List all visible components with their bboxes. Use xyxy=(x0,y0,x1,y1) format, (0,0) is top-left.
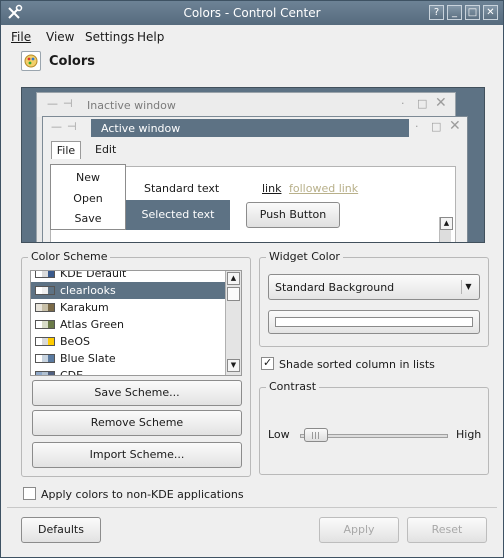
active-titlebar: — ⊣ Active window · □ ✕ xyxy=(43,117,467,139)
widget-color-group: Widget Color Standard Background ▼ xyxy=(259,250,489,347)
color-scheme-group: Color Scheme CDE Blue Slate BeOS Atlas Gree… xyxy=(21,250,251,477)
inactive-window-title: Inactive window xyxy=(87,99,176,112)
dot-icon: · xyxy=(401,97,405,110)
dot-icon: · xyxy=(415,120,419,133)
apply-non-kde-checkbox[interactable] xyxy=(23,487,36,500)
footer-divider xyxy=(7,507,497,508)
inactive-titlebar: — ⊣ Inactive window · □ ✕ xyxy=(37,93,455,117)
scheme-swatch xyxy=(35,320,55,329)
close-button[interactable]: ✕ xyxy=(483,5,498,20)
preview-file-menu: New Open Save xyxy=(50,164,126,230)
scheme-list-item[interactable]: Atlas Green xyxy=(31,316,225,333)
scheme-list-item[interactable]: Blue Slate xyxy=(31,350,225,367)
scheme-list[interactable]: CDE Blue Slate BeOS Atlas Green Karakum clear… xyxy=(30,270,242,376)
minimize-icon: — xyxy=(47,97,58,110)
preview-followed-link: followed link xyxy=(289,182,359,195)
pin-icon: ⊣ xyxy=(63,97,73,110)
apply-non-kde-label[interactable]: Apply colors to non-KDE applications xyxy=(41,488,244,501)
scheme-swatch xyxy=(35,303,55,312)
scheme-swatch xyxy=(35,271,55,278)
scheme-label: Karakum xyxy=(60,301,109,314)
preview-selected-text: Selected text xyxy=(126,200,230,230)
preview-menu-open: Open xyxy=(73,192,103,205)
save-scheme-button[interactable]: Save Scheme... xyxy=(32,380,242,406)
reset-button[interactable]: Reset xyxy=(407,517,487,543)
preview-link: link xyxy=(262,182,282,195)
scheme-label: Blue Slate xyxy=(60,352,116,365)
color-preview[interactable]: — ⊣ Inactive window · □ ✕ — ⊣ Active win… xyxy=(21,87,485,243)
menu-view[interactable]: View xyxy=(46,30,74,44)
minimize-icon: — xyxy=(51,120,62,133)
preview-menu-new: New xyxy=(76,171,100,184)
widget-color-swatch xyxy=(275,317,473,327)
widget-color-value: Standard Background xyxy=(275,281,395,294)
minimize-button[interactable]: _ xyxy=(447,5,462,20)
contrast-low-label: Low xyxy=(268,428,290,441)
maximize-icon: □ xyxy=(417,97,428,110)
scheme-swatch xyxy=(35,354,55,363)
scheme-label: Atlas Green xyxy=(60,318,124,331)
widget-color-title: Widget Color xyxy=(266,250,343,263)
preview-standard-text: Standard text xyxy=(144,182,220,195)
scheme-list-item[interactable]: Karakum xyxy=(31,299,225,316)
defaults-button[interactable]: Defaults xyxy=(21,517,101,543)
color-scheme-title: Color Scheme xyxy=(28,250,111,263)
import-scheme-button[interactable]: Import Scheme... xyxy=(32,442,242,468)
preview-menu-edit: Edit xyxy=(95,143,117,156)
preview-scrollbar: ▲ xyxy=(439,217,453,242)
scroll-up-arrow: ▲ xyxy=(440,217,453,230)
scroll-down-arrow[interactable]: ▼ xyxy=(227,359,240,372)
menu-bar: File View Settings Help xyxy=(1,25,503,47)
scheme-list-item[interactable]: CDE xyxy=(31,367,225,376)
scheme-swatch xyxy=(35,286,55,295)
scheme-list-item[interactable]: clearlooks xyxy=(31,282,225,299)
chevron-down-icon: ▼ xyxy=(461,280,475,294)
title-bar[interactable]: Colors - Control Center ? _ □ ✕ xyxy=(1,1,503,25)
scheme-list-item[interactable]: BeOS xyxy=(31,333,225,350)
menu-settings[interactable]: Settings xyxy=(85,30,134,44)
scheme-list-item[interactable]: KDE Default xyxy=(31,270,225,282)
widget-color-select[interactable]: Standard Background ▼ xyxy=(268,274,480,300)
scheme-swatch xyxy=(35,337,55,346)
scheme-label: clearlooks xyxy=(60,284,116,297)
shade-sorted-label[interactable]: Shade sorted column in lists xyxy=(279,358,435,371)
contrast-title: Contrast xyxy=(266,380,320,393)
shade-sorted-checkbox[interactable] xyxy=(261,356,274,370)
preview-menu-file: File xyxy=(51,141,81,159)
close-icon: ✕ xyxy=(449,118,461,134)
remove-scheme-button[interactable]: Remove Scheme xyxy=(32,410,242,436)
scheme-list-scrollbar[interactable]: ▲ ▼ xyxy=(225,271,241,375)
colors-palette-icon xyxy=(21,51,41,71)
scheme-label: CDE xyxy=(60,369,84,376)
contrast-slider-handle[interactable] xyxy=(303,428,328,442)
active-window-title: Active window xyxy=(91,119,409,137)
pin-icon: ⊣ xyxy=(67,120,77,133)
scroll-thumb[interactable] xyxy=(227,287,240,301)
preview-menu-save: Save xyxy=(74,212,102,225)
close-icon: ✕ xyxy=(435,95,447,111)
scheme-label: KDE Default xyxy=(60,270,127,280)
window-title: Colors - Control Center xyxy=(183,6,321,20)
menu-file[interactable]: File xyxy=(11,30,31,44)
apply-button[interactable]: Apply xyxy=(319,517,399,543)
menu-help[interactable]: Help xyxy=(137,30,164,44)
page-title: Colors xyxy=(49,54,96,69)
scroll-up-arrow[interactable]: ▲ xyxy=(227,272,240,285)
scheme-swatch xyxy=(35,371,55,375)
scheme-label: BeOS xyxy=(60,335,90,348)
maximize-icon: □ xyxy=(431,120,442,133)
contrast-high-label: High xyxy=(456,428,482,441)
contrast-group: Contrast Low High xyxy=(259,380,489,475)
widget-color-button[interactable] xyxy=(268,310,480,334)
maximize-button[interactable]: □ xyxy=(465,5,480,20)
control-center-window: Colors - Control Center ? _ □ ✕ File Vie… xyxy=(0,0,504,558)
preview-push-button: Push Button xyxy=(246,202,340,228)
help-button[interactable]: ? xyxy=(429,5,444,20)
